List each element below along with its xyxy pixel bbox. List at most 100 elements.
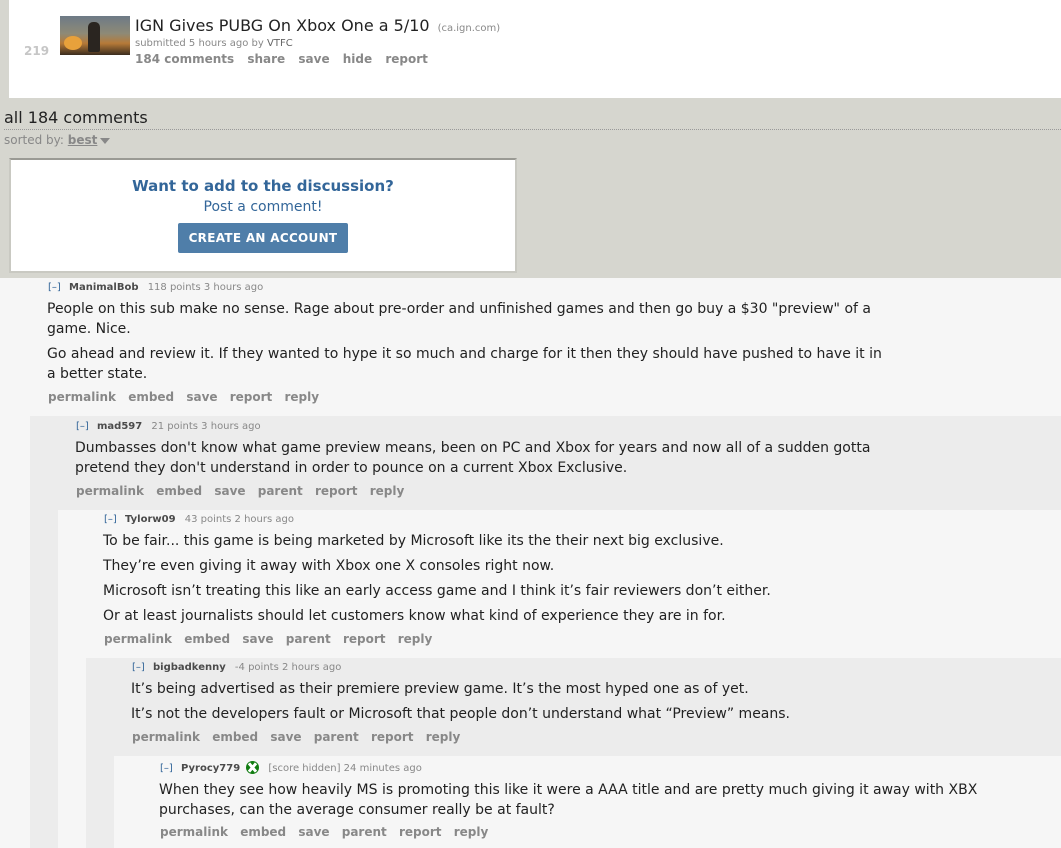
comment-body: It’s being advertised as their premiere …	[131, 679, 952, 724]
reply-link[interactable]: reply	[284, 390, 319, 404]
post-header: 219 IGN Gives PUBG On Xbox One a 5/10 (ca…	[9, 0, 1061, 98]
comment-author[interactable]: bigbadkenny	[153, 662, 226, 673]
parent-link[interactable]: parent	[258, 484, 303, 498]
post-tagline: submitted 5 hours ago by VTFC	[135, 38, 293, 49]
post-score: 219	[24, 44, 50, 58]
comment-meta: [–] Pyrocy779 [score hidden] 24 minutes …	[160, 761, 1020, 774]
thumbnail-fire	[64, 36, 82, 50]
create-account-button[interactable]: CREATE AN ACCOUNT	[178, 223, 348, 253]
hide-button[interactable]: hide	[343, 52, 372, 66]
save-link[interactable]: save	[270, 730, 301, 744]
comment-paragraph: Go ahead and review it. If they wanted t…	[47, 346, 882, 382]
comment-paragraph: To be fair... this game is being markete…	[103, 533, 724, 549]
collapse-toggle[interactable]: [–]	[160, 763, 173, 774]
permalink-link[interactable]: permalink	[160, 825, 228, 839]
embed-link[interactable]: embed	[128, 390, 174, 404]
comment-body: When they see how heavily MS is promotin…	[159, 780, 999, 820]
comment-meta: [–] ManimalBob 118 points 3 hours ago	[48, 282, 888, 293]
comment: [–] ManimalBob 118 points 3 hours ago Pe…	[47, 282, 888, 404]
parent-link[interactable]: parent	[342, 825, 387, 839]
signup-box: Want to add to the discussion? Post a co…	[9, 158, 517, 273]
report-link[interactable]: report	[230, 390, 273, 404]
embed-link[interactable]: embed	[240, 825, 286, 839]
comment-body: Dumbasses don't know what game preview m…	[75, 438, 895, 478]
submitted-text: submitted 5 hours ago by	[135, 38, 264, 49]
comment-paragraph: It’s being advertised as their premiere …	[131, 681, 749, 697]
collapse-toggle[interactable]: [–]	[76, 421, 89, 432]
comment-actions: permalink embed save parent report reply	[104, 632, 924, 646]
xbox-logo-icon	[246, 761, 260, 774]
signup-prompt: Post a comment!	[203, 199, 323, 215]
comment-author[interactable]: Tylorw09	[125, 514, 176, 525]
comment-score: -4 points 2 hours ago	[234, 662, 342, 673]
comment-actions: permalink embed save parent report reply	[160, 825, 1020, 839]
sorted-label: sorted by:	[4, 133, 64, 147]
comment-body: People on this sub make no sense. Rage a…	[47, 299, 887, 384]
comment-paragraph: Dumbasses don't know what game preview m…	[75, 440, 871, 476]
comment-author[interactable]: mad597	[97, 421, 142, 432]
save-link[interactable]: save	[186, 390, 217, 404]
embed-link[interactable]: embed	[184, 632, 230, 646]
all-comments-title: all 184 comments	[4, 108, 148, 127]
comment-paragraph: They’re even giving it away with Xbox on…	[103, 558, 555, 574]
save-link[interactable]: save	[214, 484, 245, 498]
post-thumbnail[interactable]	[60, 16, 130, 55]
report-button[interactable]: report	[385, 52, 428, 66]
permalink-link[interactable]: permalink	[76, 484, 144, 498]
post-buttons: 184 comments share save hide report	[135, 52, 437, 66]
comment-score: [score hidden] 24 minutes ago	[268, 763, 422, 774]
collapse-toggle[interactable]: [–]	[104, 514, 117, 525]
post-title[interactable]: IGN Gives PUBG On Xbox One a 5/10	[135, 16, 430, 35]
comment-actions: permalink embed save parent report reply	[76, 484, 896, 498]
permalink-link[interactable]: permalink	[48, 390, 116, 404]
sort-selector[interactable]: sorted by: best	[4, 133, 111, 147]
collapse-toggle[interactable]: [–]	[48, 282, 61, 293]
comment-paragraph: Microsoft isn’t treating this like an ea…	[103, 583, 771, 599]
permalink-link[interactable]: permalink	[104, 632, 172, 646]
comment-paragraph: When they see how heavily MS is promotin…	[159, 782, 978, 818]
comments-title-bar: all 184 comments	[4, 108, 1061, 130]
reply-link[interactable]: reply	[426, 730, 461, 744]
save-button[interactable]: save	[298, 52, 329, 66]
sorted-value[interactable]: best	[68, 133, 98, 147]
chevron-down-icon[interactable]	[100, 137, 111, 144]
comment-score: 21 points 3 hours ago	[151, 421, 261, 432]
comment-score: 43 points 2 hours ago	[184, 514, 294, 525]
reply-link[interactable]: reply	[398, 632, 433, 646]
save-link[interactable]: save	[242, 632, 273, 646]
thumbnail-figure	[88, 22, 100, 52]
report-link[interactable]: report	[371, 730, 414, 744]
comment: [–] mad597 21 points 3 hours ago Dumbass…	[75, 421, 896, 498]
report-link[interactable]: report	[399, 825, 442, 839]
comment-meta: [–] Tylorw09 43 points 2 hours ago	[104, 514, 924, 525]
embed-link[interactable]: embed	[156, 484, 202, 498]
share-button[interactable]: share	[247, 52, 285, 66]
collapse-toggle[interactable]: [–]	[132, 662, 145, 673]
post-domain[interactable]: (ca.ign.com)	[438, 23, 501, 34]
embed-link[interactable]: embed	[212, 730, 258, 744]
parent-link[interactable]: parent	[314, 730, 359, 744]
reply-link[interactable]: reply	[454, 825, 489, 839]
comment-body: To be fair... this game is being markete…	[103, 531, 924, 626]
comment-meta: [–] mad597 21 points 3 hours ago	[76, 421, 896, 432]
comment-paragraph: People on this sub make no sense. Rage a…	[47, 301, 871, 337]
reply-link[interactable]: reply	[370, 484, 405, 498]
comment-author[interactable]: ManimalBob	[69, 282, 139, 293]
signup-question: Want to add to the discussion?	[132, 177, 394, 195]
permalink-link[interactable]: permalink	[132, 730, 200, 744]
parent-link[interactable]: parent	[286, 632, 331, 646]
comment-score: 118 points 3 hours ago	[147, 282, 264, 293]
report-link[interactable]: report	[315, 484, 358, 498]
comment-paragraph: Or at least journalists should let custo…	[103, 608, 726, 624]
report-link[interactable]: report	[343, 632, 386, 646]
save-link[interactable]: save	[298, 825, 329, 839]
comment-actions: permalink embed save report reply	[48, 390, 888, 404]
comment-meta: [–] bigbadkenny -4 points 2 hours ago	[132, 662, 952, 673]
comment: [–] Tylorw09 43 points 2 hours ago To be…	[103, 514, 924, 646]
comment-author[interactable]: Pyrocy779	[181, 763, 240, 774]
post-title-row: IGN Gives PUBG On Xbox One a 5/10 (ca.ign…	[135, 16, 500, 35]
comments-link[interactable]: 184 comments	[135, 52, 234, 66]
post-author[interactable]: VTFC	[267, 38, 293, 49]
comment: [–] Pyrocy779 [score hidden] 24 minutes …	[159, 761, 1020, 839]
comment-paragraph: It’s not the developers fault or Microso…	[131, 706, 790, 722]
